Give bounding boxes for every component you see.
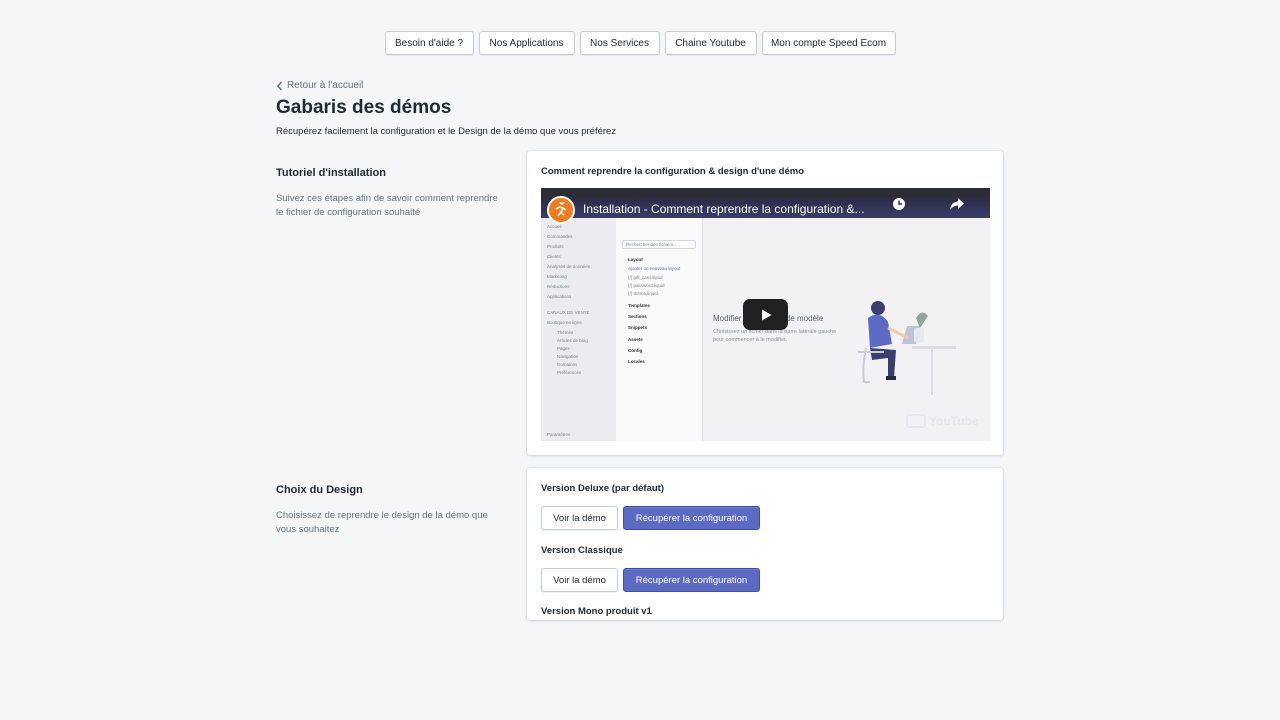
video-sidebar-item: Produits xyxy=(547,244,564,249)
services-button[interactable]: Nos Services xyxy=(579,31,660,55)
video-sidebar-item: Articles de blog xyxy=(557,338,588,343)
video-folder-item: Templates xyxy=(628,303,650,308)
video-browser-bar xyxy=(541,188,990,198)
video-player[interactable]: Accueil Commandes Produits Clients Analy… xyxy=(541,188,990,441)
design-section-title: Choix du Design xyxy=(276,484,363,496)
channel-logo-icon[interactable] xyxy=(547,196,575,224)
video-sidebar-item: Analyses de données xyxy=(547,264,591,269)
chevron-left-icon xyxy=(276,80,283,91)
deluxe-view-demo-button[interactable]: Voir la démo xyxy=(541,506,618,530)
video-search-field: Rechercher des fichiers... xyxy=(622,240,696,249)
play-icon xyxy=(761,309,771,320)
applications-button[interactable]: Nos Applications xyxy=(478,31,575,55)
version-classique-label: Version Classique xyxy=(541,545,623,556)
video-sidebar-item: Boutique en ligne xyxy=(547,320,582,325)
video-folder-item: Sections xyxy=(628,314,647,319)
video-sidebar-item: Paramètres xyxy=(547,432,571,437)
youtube-watermark[interactable]: YouTube xyxy=(906,414,979,428)
video-folder-item: {/} gift_card.liquid xyxy=(628,275,663,280)
tutorial-card-title: Comment reprendre la configuration & des… xyxy=(541,166,805,177)
account-button[interactable]: Mon compte Speed Ecom xyxy=(761,31,896,55)
youtube-channel-button[interactable]: Chaine Youtube xyxy=(664,31,757,55)
video-folder-item: Assets xyxy=(628,337,643,342)
video-sidebar-item: Domaines xyxy=(557,362,578,367)
video-folder-item: {/} password.liquid xyxy=(628,283,665,288)
video-folder-item: Layout xyxy=(628,257,643,262)
classique-get-config-button[interactable]: Récupérer la configuration xyxy=(623,568,760,592)
tutorial-section-title: Tutoriel d'installation xyxy=(276,167,386,179)
classique-view-demo-button[interactable]: Voir la démo xyxy=(541,568,618,592)
video-sidebar-item: Préférences xyxy=(557,370,582,375)
video-admin-sidebar: Accueil Commandes Produits Clients Analy… xyxy=(541,218,616,441)
deluxe-get-config-button[interactable]: Récupérer la configuration xyxy=(623,506,760,530)
tutorial-card: Comment reprendre la configuration & des… xyxy=(527,151,1003,455)
video-folder-item: {/} theme.liquid xyxy=(628,291,658,296)
video-sidebar-item: Marketing xyxy=(547,274,567,279)
video-folder-item: Config xyxy=(628,348,643,353)
watch-later-icon[interactable] xyxy=(892,197,906,211)
video-sidebar-item: Clients xyxy=(547,254,561,259)
runner-icon xyxy=(555,202,567,217)
video-folder-item: Ajouter un nouveau layout xyxy=(628,266,681,271)
play-button[interactable] xyxy=(743,299,788,330)
tutorial-section-description: Suivez ces étapes afin de savoir comment… xyxy=(276,193,498,218)
back-link[interactable]: Retour à l'accueil xyxy=(276,80,363,91)
person-at-desk-illustration xyxy=(858,301,956,395)
design-section-description: Choisissez de reprendre le design de la … xyxy=(276,510,488,535)
video-sidebar-item: Commandes xyxy=(547,234,573,239)
back-link-label: Retour à l'accueil xyxy=(287,80,364,91)
version-mono-produit-label: Version Mono produit v1 xyxy=(541,606,652,617)
video-folder-item: Snippets xyxy=(628,325,648,330)
youtube-logo-icon xyxy=(906,414,926,428)
page-subtitle: Récupérez facilement la configuration et… xyxy=(276,126,617,137)
help-button[interactable]: Besoin d'aide ? xyxy=(384,31,474,55)
video-sidebar-item: Réductions xyxy=(547,284,570,289)
design-card: Version Deluxe (par défaut) Voir la démo… xyxy=(527,468,1003,620)
video-main-text: Choisissez un fichier dans la barre laté… xyxy=(713,329,837,343)
video-file-panel: Rechercher des fichiers... Layout Ajoute… xyxy=(616,218,703,441)
video-sidebar-item: Thèmes xyxy=(557,330,574,335)
video-title[interactable]: Installation - Comment reprendre la conf… xyxy=(583,202,864,216)
video-folder-item: Locales xyxy=(628,359,645,364)
version-deluxe-label: Version Deluxe (par défaut) xyxy=(541,483,665,494)
page-title: Gabaris des démos xyxy=(276,97,452,118)
share-icon[interactable] xyxy=(949,197,965,211)
video-sidebar-item: CANAUX DE VENTE xyxy=(547,310,590,315)
youtube-watermark-label: YouTube xyxy=(929,414,979,428)
video-sidebar-item: Pages xyxy=(557,346,570,351)
video-sidebar-item: Applications xyxy=(547,294,572,299)
video-sidebar-item: Navigation xyxy=(557,354,579,359)
top-navigation: Besoin d'aide ? Nos Applications Nos Ser… xyxy=(0,31,1280,55)
video-sidebar-item: Accueil xyxy=(547,224,562,229)
